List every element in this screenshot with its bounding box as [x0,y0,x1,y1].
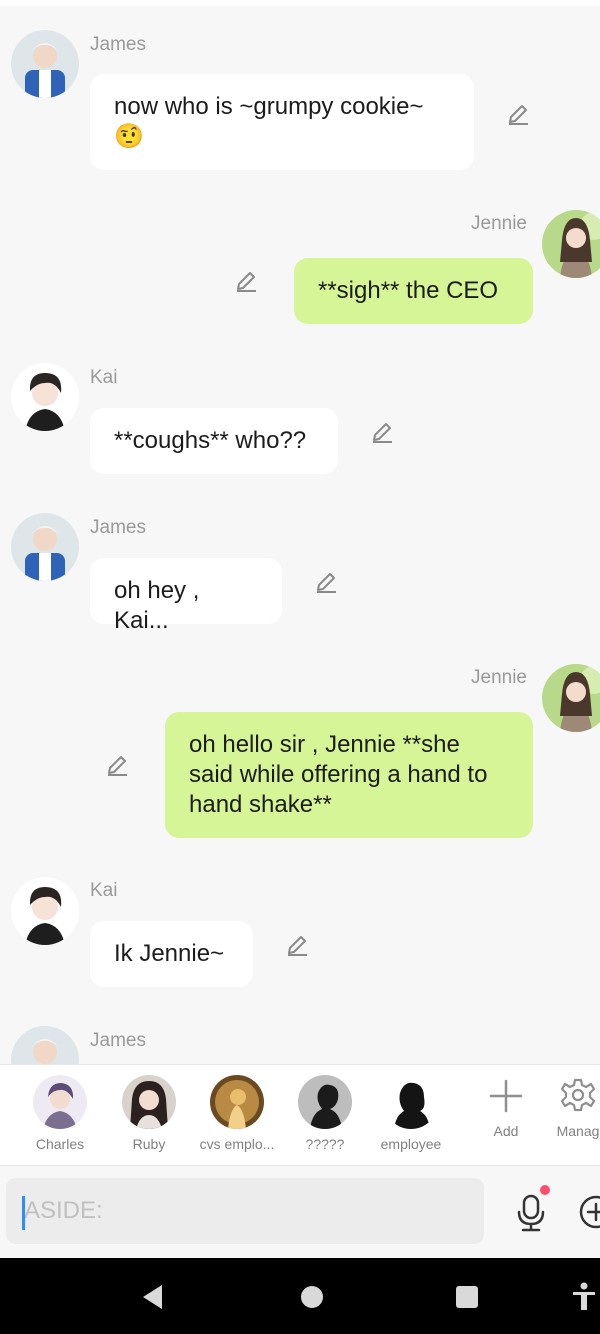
james-avatar[interactable] [11,1026,79,1064]
character-switcher-bar: Charles Ruby cvs emplo... ????? employee… [0,1064,600,1166]
sender-name: James [90,1030,146,1051]
recents-button[interactable] [454,1284,480,1310]
message-input-bar [0,1166,600,1258]
sender-name: James [90,517,146,538]
aside-input[interactable] [6,1178,484,1244]
message-bubble[interactable]: **sigh** the CEO [294,258,533,324]
manage-label: Manag [556,1123,600,1139]
contact-label: cvs emplo... [199,1136,275,1152]
back-button[interactable] [138,1282,168,1312]
microphone-button[interactable] [510,1184,554,1238]
contact-label: employee [380,1136,442,1152]
contact-employee[interactable]: employee [371,1075,451,1152]
system-navigation-bar [0,1258,600,1334]
plus-icon [479,1075,533,1117]
microphone-icon [517,1185,550,1232]
text-caret [22,1196,25,1230]
contact-cvs-employee[interactable]: cvs emplo... [194,1075,280,1152]
sender-name: Kai [90,367,118,388]
gear-icon [551,1075,600,1117]
back-triangle-icon [143,1285,162,1309]
recents-square-icon [456,1286,478,1308]
message-bubble[interactable]: Ik Jennie~ [90,921,253,987]
edit-icon[interactable] [313,569,339,595]
jennie-avatar[interactable] [542,210,600,278]
home-circle-icon [301,1286,323,1308]
edit-icon[interactable] [369,419,395,445]
kai-avatar[interactable] [11,877,79,945]
add-attachment-button[interactable] [578,1194,600,1230]
cvs-employee-avatar [210,1075,264,1129]
silhouette-avatar [298,1075,352,1129]
employee-avatar [384,1075,438,1129]
chat-message-list[interactable]: James now who is ~grumpy cookie~ 🤨 Jenni… [0,6,600,1064]
james-avatar[interactable] [11,513,79,581]
kai-avatar[interactable] [11,363,79,431]
contact-label: Charles [35,1136,85,1152]
edit-icon[interactable] [233,268,259,294]
contact-unknown[interactable]: ????? [285,1075,365,1152]
sender-name: Kai [90,880,118,901]
contact-label: Ruby [132,1136,166,1152]
jennie-avatar[interactable] [542,664,600,732]
message-bubble[interactable]: now who is ~grumpy cookie~ 🤨 [90,74,474,170]
edit-icon[interactable] [284,932,310,958]
sender-name: Jennie [471,213,527,234]
ruby-avatar [122,1075,176,1129]
sender-name: James [90,34,146,55]
home-button[interactable] [299,1284,325,1310]
add-character-button[interactable]: Add [476,1075,536,1139]
edit-icon[interactable] [505,101,531,127]
message-bubble[interactable]: oh hello sir , Jennie **she said while o… [165,712,533,838]
contact-ruby[interactable]: Ruby [109,1075,189,1152]
plus-circle-icon [579,1195,600,1229]
contact-charles[interactable]: Charles [20,1075,100,1152]
james-avatar[interactable] [11,30,79,98]
contact-label: ????? [305,1136,345,1152]
sender-name: Jennie [471,667,527,688]
accessibility-icon [573,1282,595,1310]
message-bubble[interactable]: oh hey , Kai... [90,558,282,634]
add-label: Add [493,1123,519,1139]
manage-button[interactable]: Manag [548,1075,600,1139]
edit-icon[interactable] [104,752,130,778]
message-bubble[interactable]: **coughs** who?? [90,408,338,474]
charles-avatar [33,1075,87,1129]
accessibility-button[interactable] [570,1282,598,1312]
